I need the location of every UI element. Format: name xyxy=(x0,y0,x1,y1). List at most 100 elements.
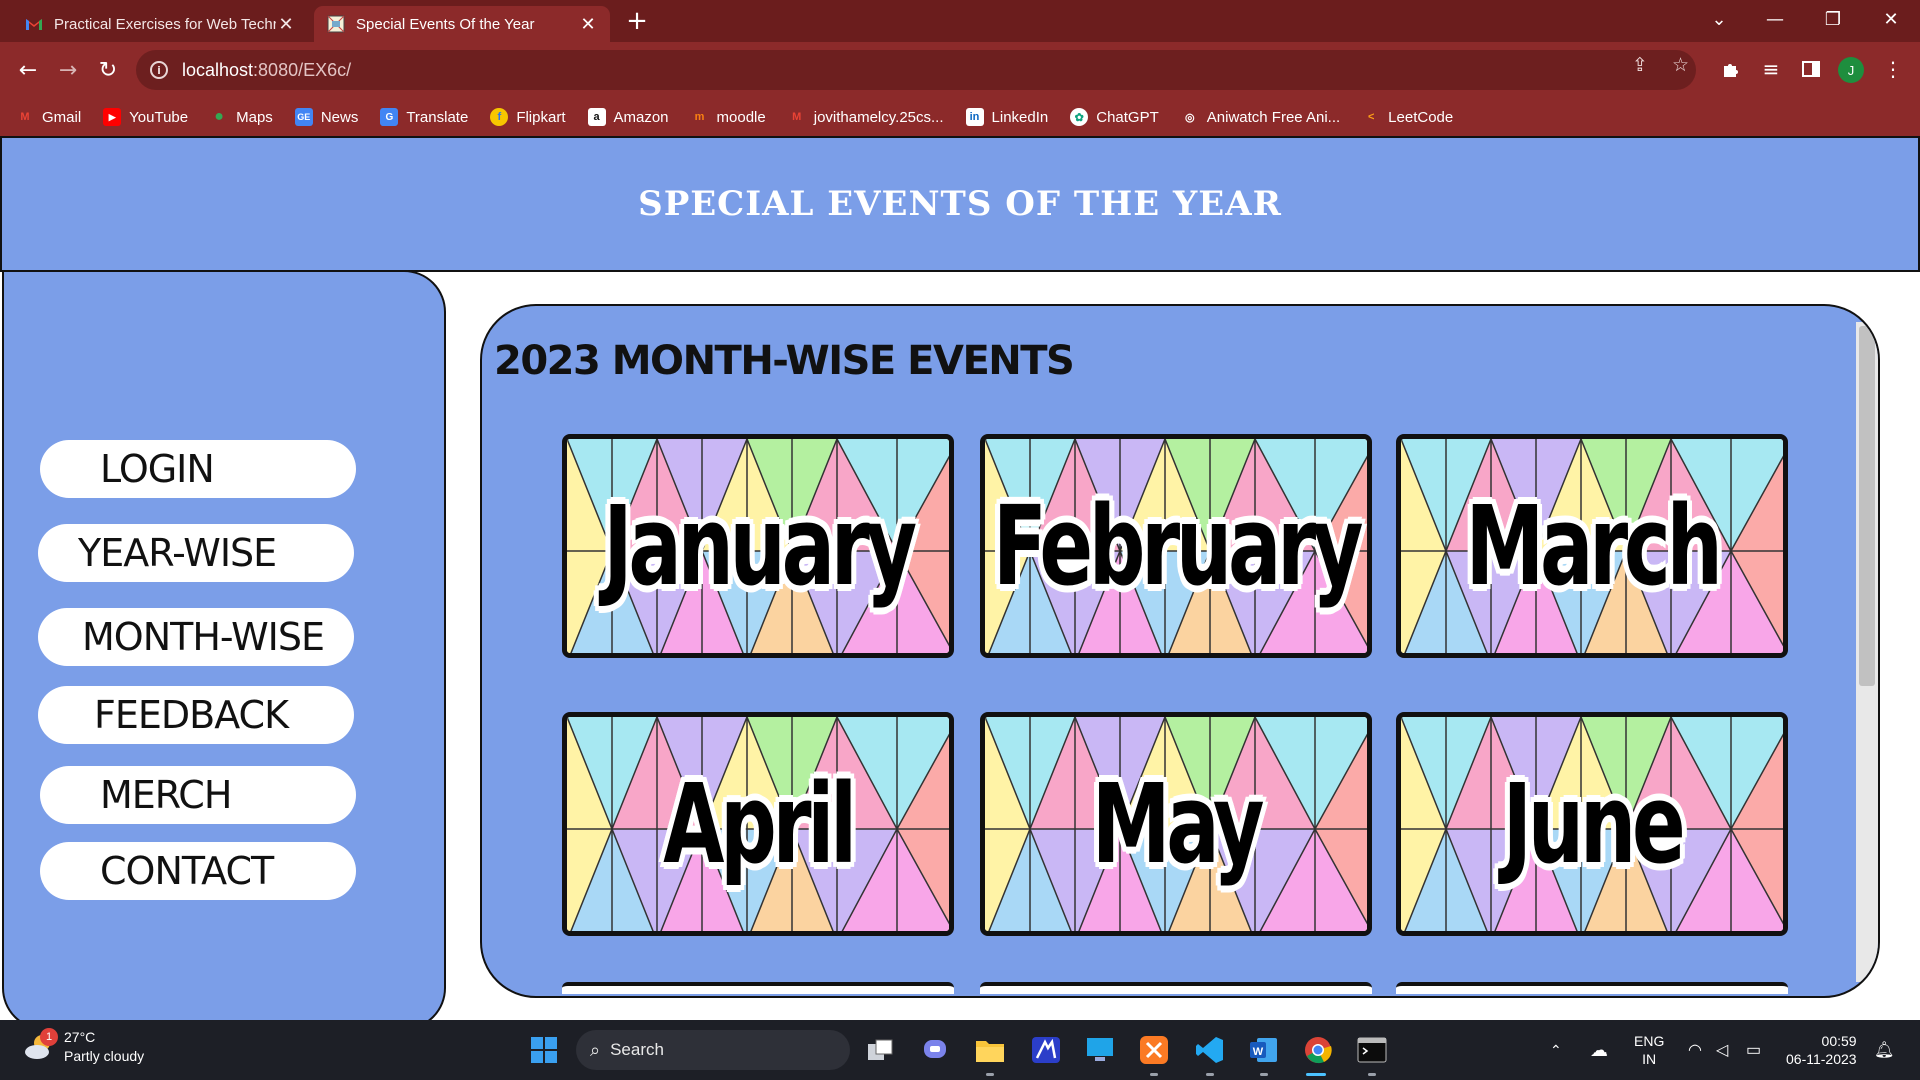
close-window-button[interactable]: ✕ xyxy=(1864,0,1918,38)
wifi-icon[interactable]: ◠ xyxy=(1688,1020,1702,1080)
events-scrollbar[interactable] xyxy=(1856,322,1878,982)
taskbar-search[interactable]: ⌕ Search xyxy=(576,1030,850,1070)
leetcode-icon: < xyxy=(1367,111,1375,123)
restore-button[interactable]: ❐ xyxy=(1806,0,1860,38)
nav-month-wise-button[interactable]: MONTH-WISE xyxy=(38,608,354,666)
bookmark-flipkart[interactable]: f Flipkart xyxy=(490,108,566,126)
bookmark-chatgpt[interactable]: ✿ ChatGPT xyxy=(1070,108,1159,126)
reload-button[interactable]: ↻ xyxy=(90,52,126,88)
bookmark-amazon[interactable]: a Amazon xyxy=(587,108,669,126)
page-favicon-icon xyxy=(326,14,346,34)
close-tab-icon[interactable]: ✕ xyxy=(276,14,296,35)
weather-widget[interactable]: 1 27°C Partly cloudy xyxy=(22,1028,144,1066)
bookmark-moodle[interactable]: m moodle xyxy=(691,108,766,126)
page-title: SPECIAL EVENTS OF THE YEAR xyxy=(638,184,1282,224)
weather-description: Partly cloudy xyxy=(64,1048,145,1064)
chatgpt-icon: ✿ xyxy=(1070,108,1089,126)
task-view-icon[interactable] xyxy=(862,1032,898,1068)
chrome-icon[interactable] xyxy=(1300,1032,1336,1068)
translate-icon: G xyxy=(380,108,399,126)
back-button[interactable]: ← xyxy=(10,52,46,88)
reading-list-icon[interactable]: ≡ xyxy=(1756,54,1786,84)
month-card-may[interactable]: May xyxy=(980,712,1372,936)
profile-avatar[interactable]: J xyxy=(1838,57,1864,83)
xampp-icon[interactable] xyxy=(1136,1032,1172,1068)
bookmark-maps[interactable]: ● Maps xyxy=(210,108,273,126)
teams-chat-icon[interactable] xyxy=(918,1032,954,1068)
nav-login-button[interactable]: LOGIN xyxy=(40,440,356,498)
flipkart-icon: f xyxy=(490,108,509,126)
bookmark-label: LeetCode xyxy=(1388,108,1454,126)
tab-special-events[interactable]: Special Events Of the Year ✕ xyxy=(314,6,610,42)
nav-feedback-button[interactable]: FEEDBACK xyxy=(38,686,354,744)
site-info-icon[interactable]: i xyxy=(150,61,168,79)
share-icon[interactable]: ⇪ xyxy=(1632,54,1648,76)
windows-taskbar: 1 27°C Partly cloudy ⌕ Search W ⌃ ☁ ENG … xyxy=(0,1020,1920,1080)
bookmark-leetcode[interactable]: < LeetCode xyxy=(1362,108,1453,126)
close-tab-icon[interactable]: ✕ xyxy=(578,14,598,35)
new-tab-button[interactable]: + xyxy=(622,6,652,36)
bookmarks-bar: M Gmail ▶ YouTube ● Maps GE News G Translate … xyxy=(0,98,1920,136)
bookmark-label: LinkedIn xyxy=(991,108,1049,126)
tab-practical-exercises[interactable]: Practical Exercises for Web Techr ✕ xyxy=(12,6,308,42)
url-text: localhost:8080/EX6c/ xyxy=(182,60,351,81)
nav-contact-button[interactable]: CONTACT xyxy=(40,842,356,900)
bookmark-youtube[interactable]: ▶ YouTube xyxy=(103,108,188,126)
minimize-button[interactable]: — xyxy=(1748,0,1802,38)
running-indicator xyxy=(986,1073,994,1076)
bookmark-jovithamelcy[interactable]: Mjovithamelcy.25cs... xyxy=(788,108,944,126)
side-navigation: LOGIN YEAR-WISE MONTH-WISE FEEDBACK MERC… xyxy=(2,270,446,1020)
partly-cloudy-icon: 1 xyxy=(22,1028,58,1064)
bookmark-linkedin[interactable]: in LinkedIn xyxy=(965,108,1049,126)
scrollbar-thumb[interactable] xyxy=(1859,326,1875,686)
side-panel-icon[interactable] xyxy=(1796,54,1826,84)
month-card-january[interactable]: January xyxy=(562,434,954,658)
tab-search-chevron-icon[interactable]: ⌄ xyxy=(1692,0,1746,38)
menu-kebab-icon[interactable]: ⋮ xyxy=(1878,54,1908,84)
bookmark-label: jovithamelcy.25cs... xyxy=(813,108,944,126)
month-card-february[interactable]: February xyxy=(980,434,1372,658)
vscode-icon[interactable] xyxy=(1192,1032,1228,1068)
notification-bell-icon[interactable]: 🔔︎ xyxy=(1874,1020,1894,1080)
file-explorer-icon[interactable] xyxy=(972,1032,1008,1068)
show-hidden-icons-chevron[interactable]: ⌃ xyxy=(1550,1020,1562,1080)
battery-icon[interactable]: ▭ xyxy=(1746,1020,1761,1080)
month-card-april[interactable]: April xyxy=(562,712,954,936)
nav-merch-button[interactable]: MERCH xyxy=(40,766,356,824)
bookmark-star-icon[interactable]: ☆ xyxy=(1672,54,1689,76)
onedrive-icon[interactable]: ☁ xyxy=(1590,1020,1608,1080)
app-icon[interactable] xyxy=(1028,1032,1064,1068)
clock-time: 00:59 xyxy=(1821,1033,1857,1049)
month-card-june[interactable]: June xyxy=(1396,712,1788,936)
clock[interactable]: 00:59 06-11-2023 xyxy=(1786,1020,1857,1080)
bookmark-label: Maps xyxy=(236,108,273,126)
windows-start-icon[interactable] xyxy=(526,1032,562,1068)
address-bar[interactable]: i localhost:8080/EX6c/ xyxy=(136,50,1696,90)
aniwatch-icon: ◎ xyxy=(1184,111,1195,124)
bookmark-aniwatch[interactable]: ◎ Aniwatch Free Ani... xyxy=(1181,108,1340,126)
gmail-icon: M xyxy=(20,111,30,123)
extensions-icon[interactable] xyxy=(1716,54,1746,84)
nav-year-wise-button[interactable]: YEAR-WISE xyxy=(38,524,354,582)
running-indicator xyxy=(1368,1073,1376,1076)
next-row-card-edge xyxy=(980,982,1372,994)
bookmark-label: Gmail xyxy=(42,108,82,126)
weather-temperature: 27°C xyxy=(64,1029,96,1045)
language-primary: ENG xyxy=(1634,1033,1665,1049)
forward-button[interactable]: → xyxy=(50,52,86,88)
weather-alert-badge: 1 xyxy=(40,1028,58,1046)
clock-date: 06-11-2023 xyxy=(1786,1051,1857,1067)
month-label: June xyxy=(1502,759,1687,890)
terminal-icon[interactable] xyxy=(1354,1032,1390,1068)
bookmark-translate[interactable]: G Translate xyxy=(380,108,468,126)
volume-icon[interactable]: ◁ xyxy=(1716,1020,1728,1080)
bookmark-news[interactable]: GE News xyxy=(294,108,358,126)
word-icon[interactable]: W xyxy=(1246,1032,1282,1068)
language-indicator[interactable]: ENG IN xyxy=(1634,1020,1664,1080)
tab-title: Special Events Of the Year xyxy=(356,15,535,33)
month-label: May xyxy=(1091,759,1266,890)
remote-desktop-icon[interactable] xyxy=(1082,1032,1118,1068)
bookmark-gmail[interactable]: M Gmail xyxy=(16,108,81,126)
month-label: March xyxy=(1464,481,1724,612)
month-card-march[interactable]: March xyxy=(1396,434,1788,658)
